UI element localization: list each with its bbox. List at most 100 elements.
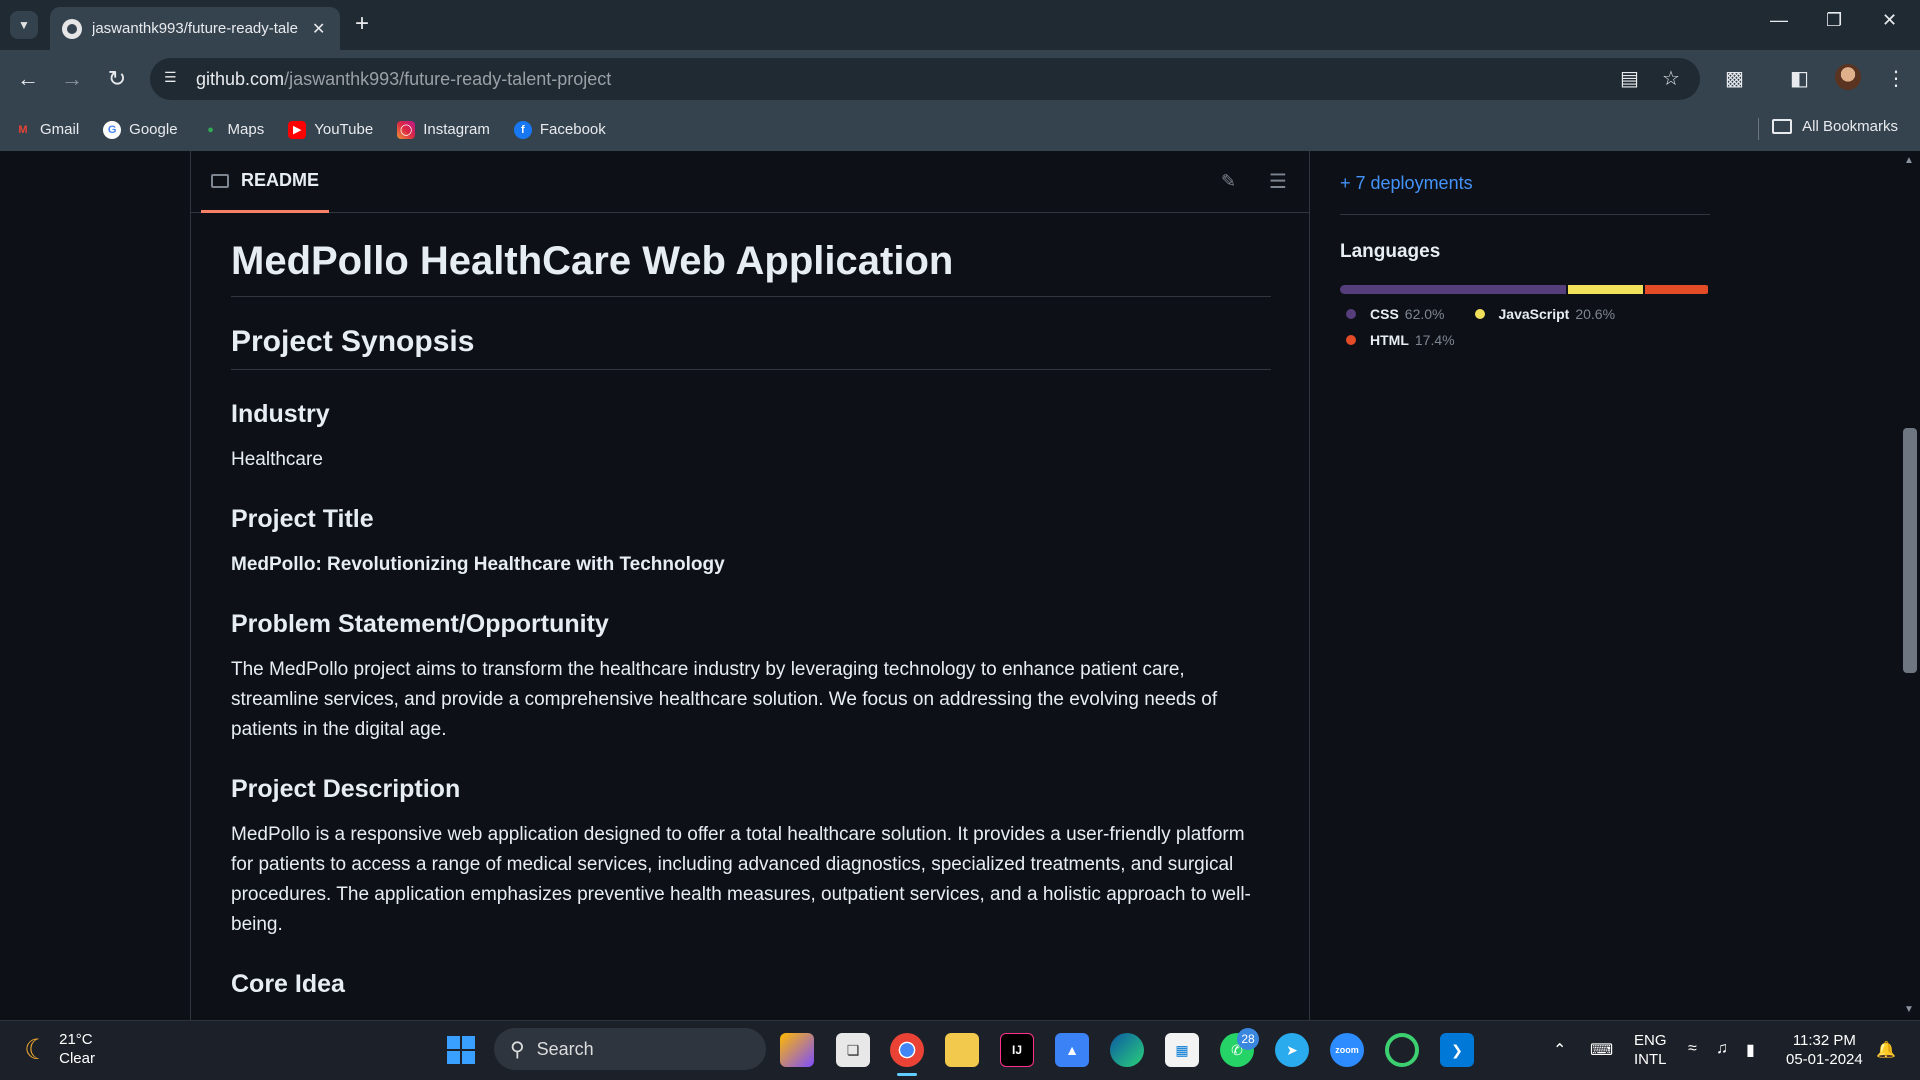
language-list: CSS 62.0% JavaScript 20.6% HTML 17.4% [1340, 306, 1640, 358]
all-bookmarks-button[interactable]: All Bookmarks [1772, 118, 1898, 135]
heading-problem-statement: Problem Statement/Opportunity [231, 610, 609, 638]
bookmarks-bar: M Gmail G Google ● Maps ▶ YouTube ◯ Instagram… [0, 108, 1920, 151]
repo-sidebar: + 7 deployments Languages CSS 62.0% JavaS… [1340, 151, 1710, 358]
restore-button[interactable]: ❐ [1826, 10, 1842, 31]
extensions-icon[interactable]: ▩ [1725, 66, 1744, 91]
language-javascript[interactable]: JavaScript 20.6% [1469, 306, 1615, 322]
bookmark-star-icon[interactable]: ☆ [1662, 66, 1680, 91]
address-bar[interactable]: ☰ github.com/jaswanthk993/future-ready-t… [150, 58, 1700, 100]
language-bar-segment [1644, 285, 1708, 294]
bookmark-youtube[interactable]: ▶ YouTube [288, 120, 373, 139]
heading-synopsis: Project Synopsis [231, 325, 1271, 370]
copilot-icon[interactable] [780, 1033, 814, 1067]
url-path: /jaswanthk993/future-ready-talent-projec… [284, 68, 612, 89]
notification-bell-icon[interactable]: 🔔 [1876, 1040, 1896, 1060]
youtube-icon: ▶ [288, 120, 307, 139]
whatsapp-badge: 28 [1237, 1028, 1259, 1050]
file-explorer-icon[interactable] [945, 1033, 979, 1067]
language-html[interactable]: HTML 17.4% [1340, 332, 1455, 348]
moon-icon: ☾ [24, 1033, 50, 1065]
search-icon: ⚲ [510, 1038, 525, 1061]
language-dot [1346, 335, 1356, 345]
instagram-icon: ◯ [397, 120, 416, 139]
keyboard-icon[interactable]: ⌨ [1590, 1040, 1613, 1060]
tab-close-icon[interactable]: ✕ [312, 19, 325, 39]
forward-button[interactable]: → [58, 66, 86, 92]
chrome-icon[interactable] [890, 1033, 924, 1067]
chrome-active-indicator [897, 1073, 917, 1076]
scroll-up-arrow[interactable]: ▲ [1904, 155, 1914, 166]
reload-button[interactable]: ↻ [103, 66, 131, 92]
book-icon [211, 173, 229, 188]
bookmark-instagram[interactable]: ◯ Instagram [397, 120, 490, 139]
edit-pencil-icon[interactable]: ✎ [1221, 171, 1236, 192]
language-css[interactable]: CSS 62.0% [1340, 306, 1445, 322]
telegram-icon[interactable]: ➤ [1275, 1033, 1309, 1067]
page-content: README ✎ ☰ MedPollo HealthCare Web Appli… [0, 151, 1920, 1020]
heading-industry: Industry [231, 400, 330, 428]
zoom-icon[interactable]: zoom [1330, 1033, 1364, 1067]
google-icon: G [103, 120, 122, 139]
side-panel-icon[interactable]: ◧ [1790, 66, 1809, 91]
bookmark-facebook[interactable]: f Facebook [513, 120, 606, 139]
tab-search-button[interactable]: ▼ [10, 11, 38, 39]
install-app-icon[interactable]: ▤ [1620, 66, 1639, 91]
readme-panel: README ✎ ☰ MedPollo HealthCare Web Appli… [190, 151, 1310, 1020]
project-title-value: MedPollo: Revolutionizing Healthcare wit… [231, 554, 725, 575]
volume-icon[interactable]: ♫ [1716, 1040, 1728, 1058]
languages-title: Languages [1340, 241, 1441, 262]
problem-statement-text: The MedPollo project aims to transform t… [231, 659, 1218, 740]
site-info-icon[interactable]: ☰ [164, 69, 184, 89]
temperature: 21°C [59, 1031, 93, 1048]
browser-tab[interactable]: jaswanthk993/future-ready-tale ✕ [50, 7, 340, 50]
maps-icon: ● [207, 123, 214, 136]
scroll-down-arrow[interactable]: ▼ [1904, 1004, 1914, 1015]
heading-project-description: Project Description [231, 775, 461, 803]
url-domain: github.com [196, 68, 285, 89]
language-dot [1474, 309, 1485, 319]
language-indicator[interactable]: ENG INTL [1634, 1031, 1667, 1069]
project-description-text: MedPollo is a responsive web application… [231, 824, 1251, 935]
table-of-contents-icon[interactable]: ☰ [1269, 169, 1287, 194]
new-tab-button[interactable]: + [355, 10, 369, 38]
bookmark-maps[interactable]: ● Maps [202, 121, 264, 139]
profile-avatar[interactable] [1835, 64, 1861, 90]
minimize-button[interactable]: — [1770, 10, 1788, 31]
readme-tab[interactable]: README [201, 151, 330, 213]
circle-app-icon[interactable] [1385, 1033, 1419, 1067]
readme-title: MedPollo HealthCare Web Application [231, 239, 1271, 297]
chrome-menu-icon[interactable]: ⋮ [1886, 66, 1906, 91]
bookmark-gmail[interactable]: M Gmail [14, 121, 79, 139]
edge-icon[interactable] [1110, 1033, 1144, 1067]
weather-widget[interactable]: ☾ 21°C Clear [24, 1030, 95, 1068]
wifi-icon[interactable]: ≈ [1688, 1040, 1697, 1058]
bookmarks-divider [1758, 118, 1759, 140]
folder-icon [1772, 119, 1793, 134]
clock[interactable]: 11:32 PM 05-01-2024 [1786, 1031, 1863, 1069]
gmail-icon: M [18, 123, 28, 136]
facebook-icon: f [513, 120, 532, 139]
heading-core-idea: Core Idea [231, 970, 345, 998]
language-bar-segment [1340, 285, 1566, 294]
vscode-icon[interactable]: ❯ [1440, 1033, 1474, 1067]
deployments-link[interactable]: + 7 deployments [1340, 173, 1710, 215]
weather-condition: Clear [59, 1050, 95, 1067]
task-view-icon[interactable]: ❏ [836, 1033, 870, 1067]
industry-value: Healthcare [231, 449, 323, 470]
language-bar-segment [1567, 285, 1643, 294]
scrollbar-thumb[interactable] [1903, 428, 1917, 673]
github-icon [62, 18, 82, 39]
intellij-icon[interactable]: IJ [1000, 1033, 1034, 1067]
tray-overflow-chevron-icon[interactable]: ⌃ [1553, 1040, 1566, 1060]
readme-markdown: MedPollo HealthCare Web Application Proj… [231, 239, 1271, 999]
battery-icon[interactable]: ▮ [1746, 1040, 1755, 1060]
start-icon[interactable] [444, 1033, 478, 1067]
back-button[interactable]: ← [14, 66, 42, 92]
close-window-button[interactable]: ✕ [1882, 10, 1897, 31]
tab-title: jaswanthk993/future-ready-tale [92, 20, 298, 37]
taskbar-search[interactable]: ⚲ Search [494, 1028, 766, 1070]
language-dot [1346, 309, 1356, 319]
photos-icon[interactable]: ▲ [1055, 1033, 1089, 1067]
store-icon[interactable]: ▦ [1165, 1033, 1199, 1067]
bookmark-google[interactable]: G Google [103, 120, 178, 139]
